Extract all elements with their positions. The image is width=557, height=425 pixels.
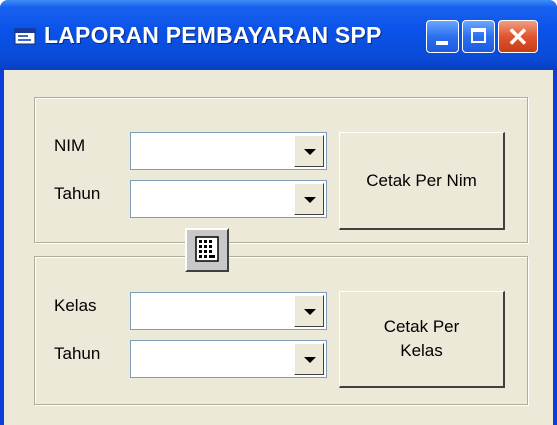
nim-dropdown-arrow-icon[interactable]	[294, 135, 324, 167]
calculator-grid-icon[interactable]	[185, 228, 229, 272]
cetak-per-kelas-button[interactable]: Cetak Per Kelas	[339, 291, 505, 388]
title-bar[interactable]: LAPORAN PEMBAYARAN SPP ✕	[0, 0, 557, 70]
close-icon: ✕	[507, 22, 529, 52]
maximize-button[interactable]	[462, 20, 495, 53]
close-button[interactable]: ✕	[498, 20, 538, 53]
window-app-icon	[14, 26, 36, 46]
tahun-nim-dropdown-arrow-icon[interactable]	[294, 183, 324, 215]
minimize-button[interactable]	[426, 20, 459, 53]
cetak-per-nim-button[interactable]: Cetak Per Nim	[339, 132, 505, 230]
kelas-dropdown-arrow-icon[interactable]	[294, 295, 324, 327]
tahun-combobox-kelas[interactable]	[130, 340, 327, 378]
cetak-per-kelas-label: Cetak Per Kelas	[383, 317, 460, 360]
kelas-label: Kelas	[54, 296, 97, 315]
nim-combobox[interactable]	[130, 132, 327, 170]
tahun-label-kelas: Tahun	[54, 344, 101, 363]
app-window: LAPORAN PEMBAYARAN SPP ✕ NIM Tahun Cetak…	[0, 0, 557, 425]
tahun-combobox-nim[interactable]	[130, 180, 327, 218]
maximize-icon	[471, 28, 486, 43]
cetak-per-nim-label: Cetak Per Nim	[366, 170, 477, 190]
form-client-area: NIM Tahun Cetak Per Nim Kelas Tahun Ceta…	[4, 70, 553, 425]
window-title: LAPORAN PEMBAYARAN SPP	[44, 22, 382, 48]
nim-label: NIM	[54, 136, 86, 155]
tahun-label-nim: Tahun	[54, 184, 101, 203]
minimize-icon	[436, 41, 448, 45]
tahun-kelas-dropdown-arrow-icon[interactable]	[294, 343, 324, 375]
kelas-combobox[interactable]	[130, 292, 327, 330]
